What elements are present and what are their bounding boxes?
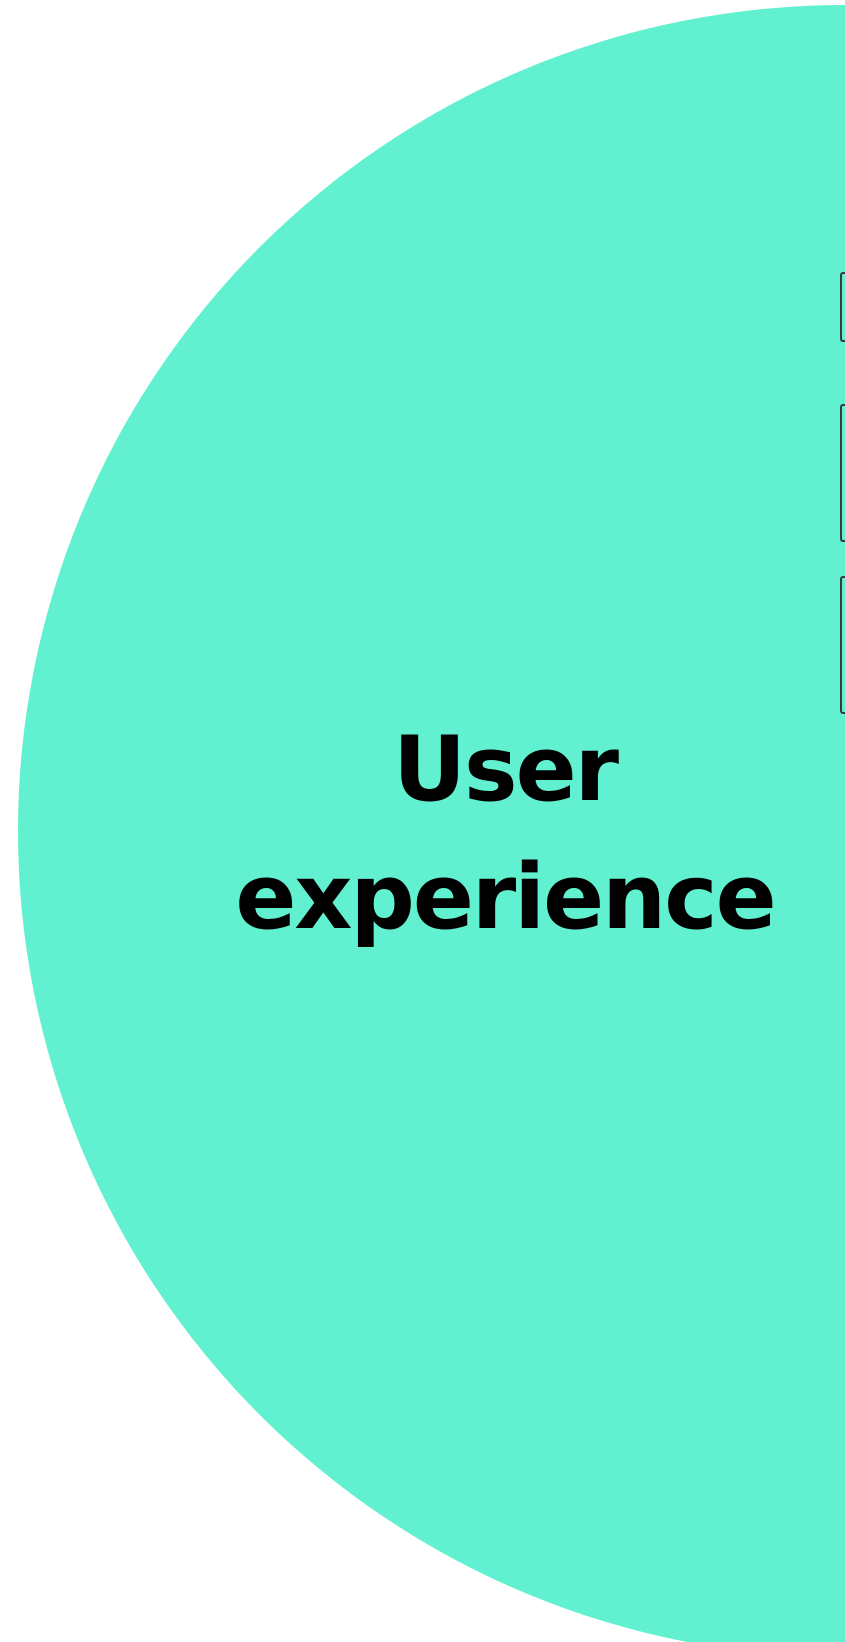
edge-bracket-1 — [840, 272, 845, 342]
section-title: User experience — [170, 706, 840, 962]
edge-bracket-3 — [840, 576, 845, 714]
slide-page: User experience — [0, 0, 845, 1642]
edge-bracket-2 — [840, 404, 845, 542]
section-title-line-1: User — [392, 717, 619, 822]
section-title-line-2: experience — [235, 845, 776, 950]
